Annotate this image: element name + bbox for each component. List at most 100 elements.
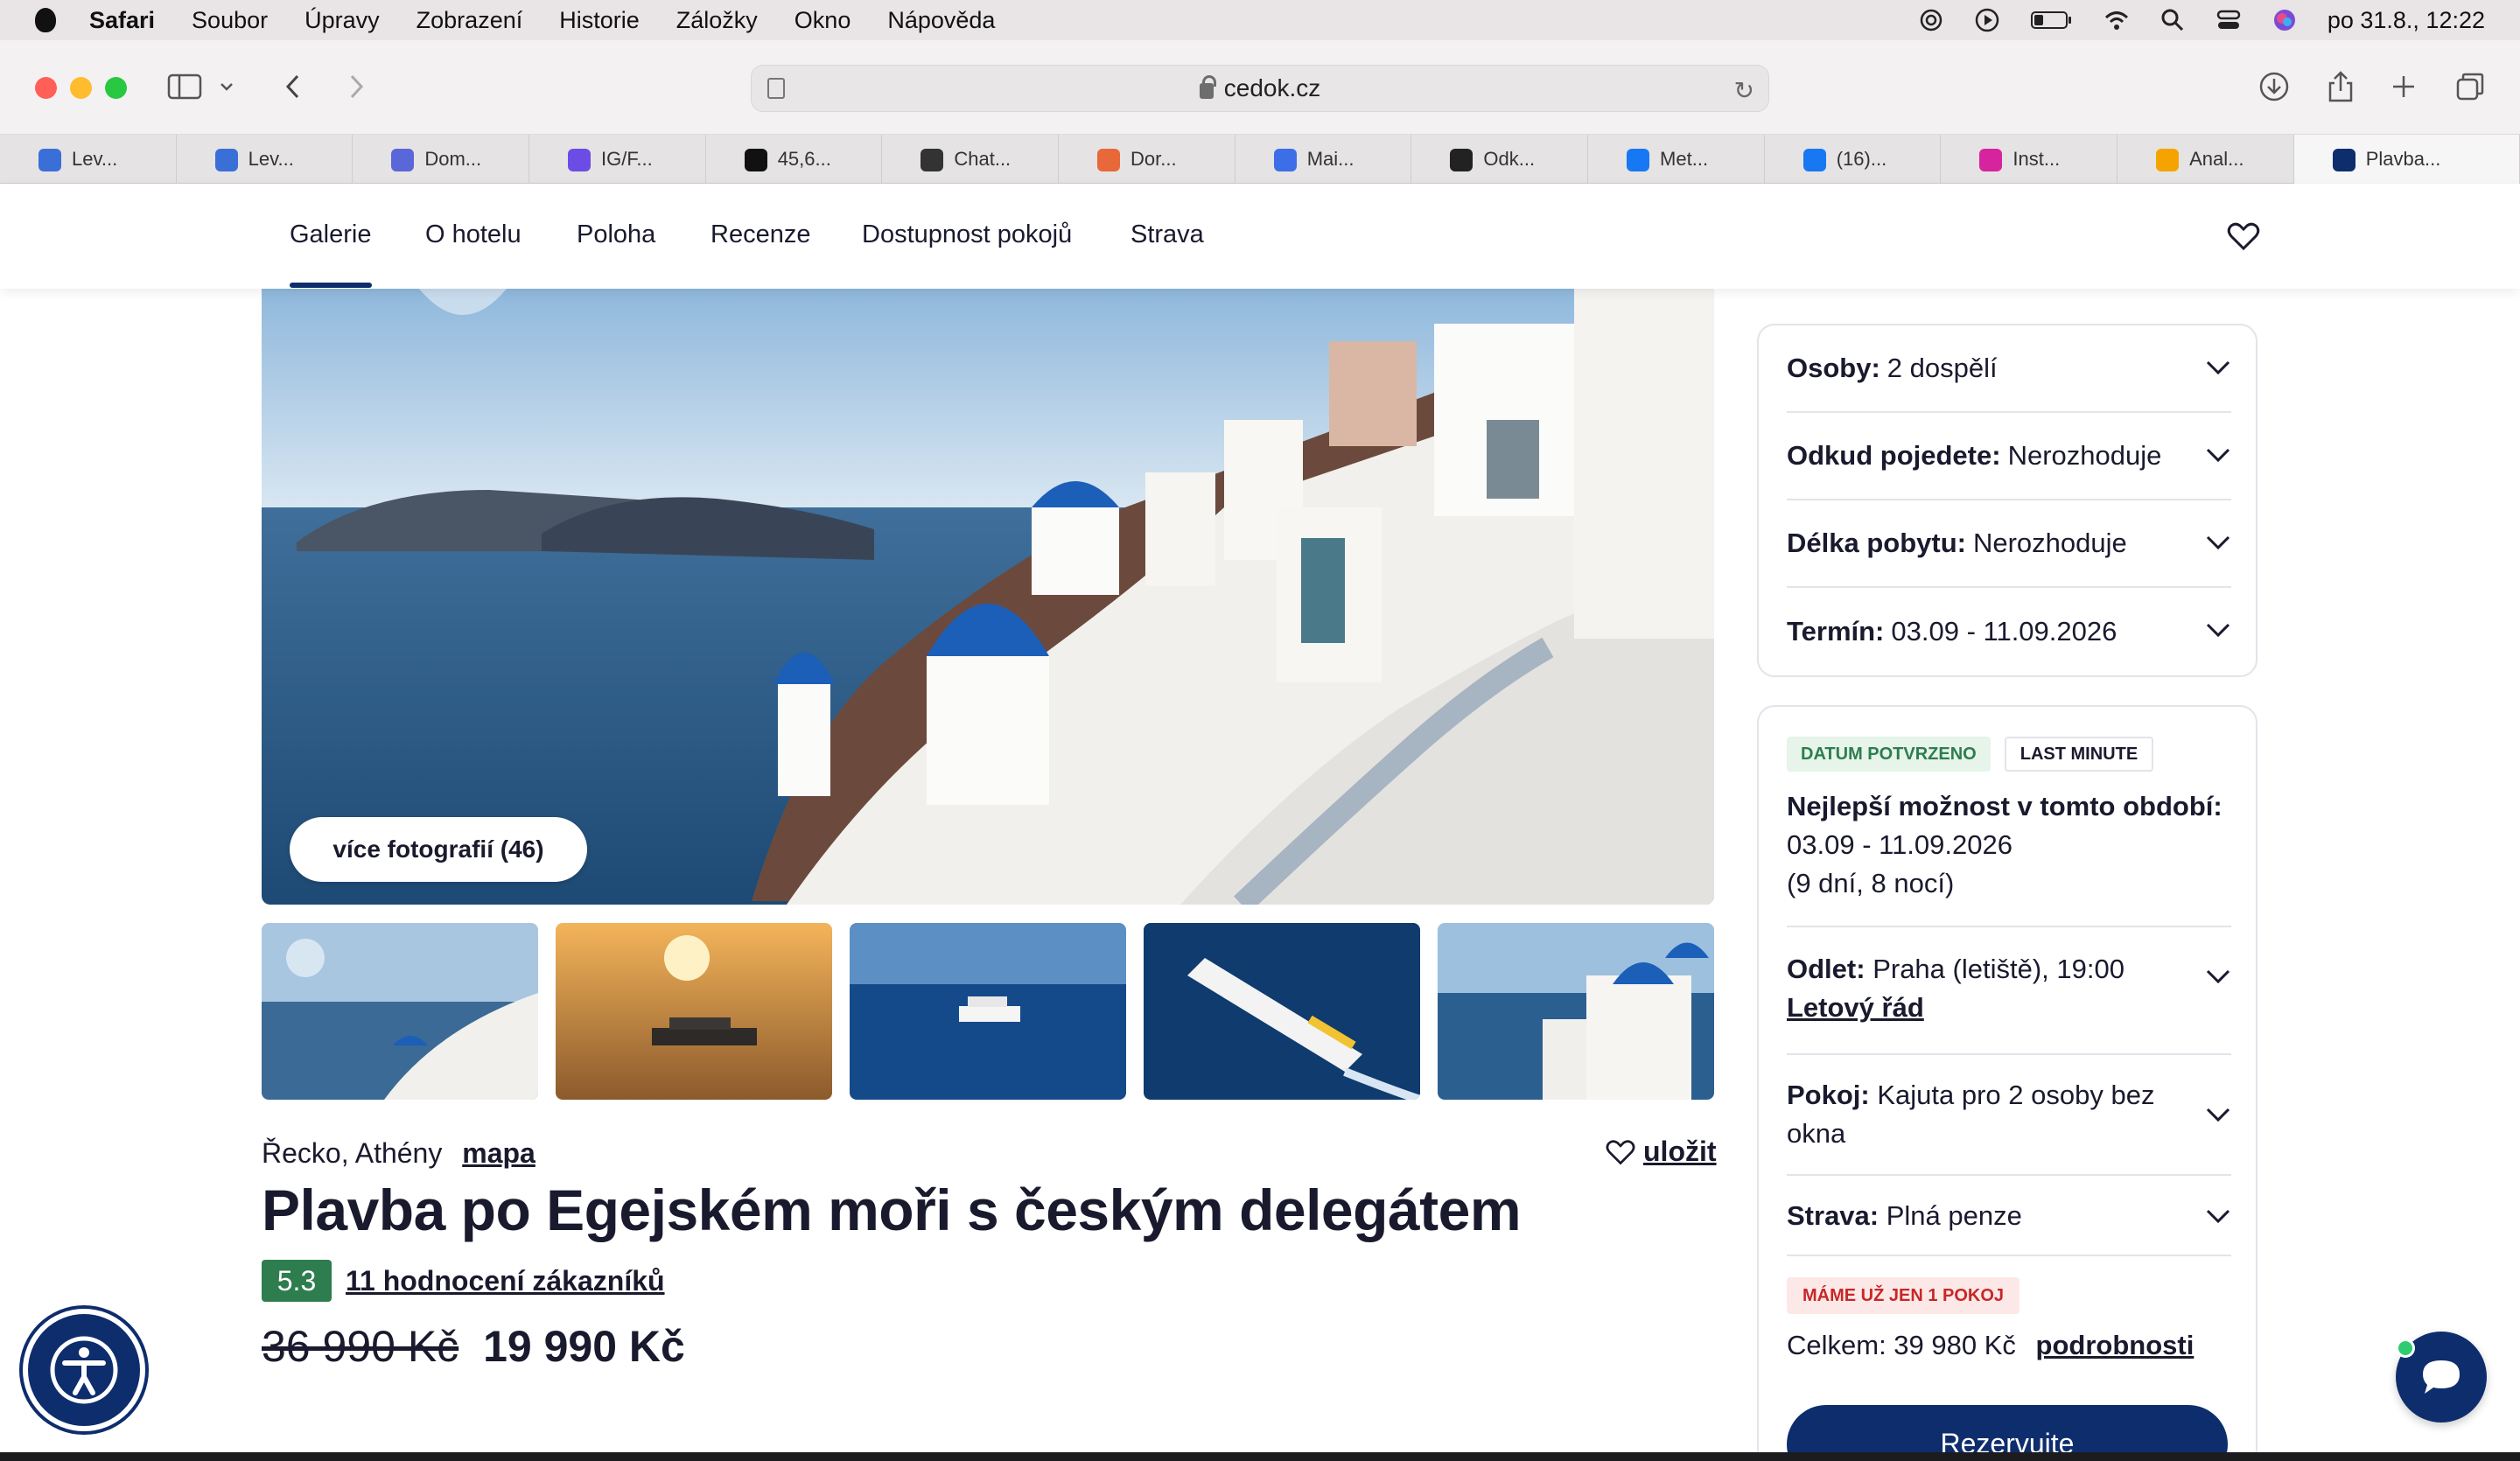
- reviews-link[interactable]: 11 hodnocení zákazníků: [346, 1265, 665, 1297]
- menu-napoveda[interactable]: Nápověda: [887, 7, 995, 34]
- browser-tab[interactable]: Mai...: [1236, 135, 1412, 184]
- tab-favicon-icon: [1979, 149, 2003, 171]
- rating-badge: 5.3: [262, 1260, 332, 1302]
- browser-tab[interactable]: (16)...: [1765, 135, 1942, 184]
- chevron-left-icon: [285, 74, 299, 99]
- tab-favicon-icon: [391, 149, 415, 171]
- accessibility-button[interactable]: [23, 1309, 145, 1431]
- control-center-icon[interactable]: [2216, 7, 2242, 33]
- best-option: Nejlepší možnost v tomto období: 03.09 -…: [1787, 787, 2233, 903]
- tab-favicon-icon: [1273, 149, 1297, 171]
- forward-button[interactable]: [332, 63, 380, 110]
- main-gallery-image[interactable]: [262, 289, 1714, 905]
- chevron-down-icon: [2206, 360, 2230, 375]
- chat-button[interactable]: [2396, 1332, 2487, 1423]
- tab-title: Lev...: [72, 148, 118, 170]
- sidebar-toggle-button[interactable]: [161, 63, 208, 110]
- close-window-button[interactable]: [35, 77, 57, 99]
- chat-bubble-icon: [2423, 1360, 2460, 1394]
- nav-o-hotelu[interactable]: O hotelu: [425, 220, 522, 249]
- favorite-heart-icon[interactable]: [2226, 219, 2261, 254]
- page-icon[interactable]: [767, 78, 785, 99]
- filter-persons[interactable]: Osoby: 2 dospělí: [1787, 325, 2231, 413]
- old-price: 36 990 Kč: [262, 1322, 459, 1371]
- minimize-window-button[interactable]: [70, 77, 92, 99]
- map-link[interactable]: mapa: [462, 1137, 536, 1169]
- menu-soubor[interactable]: Soubor: [192, 7, 268, 34]
- zoom-window-button[interactable]: [105, 77, 127, 99]
- chevron-down-icon: [2206, 535, 2230, 550]
- sidebar-menu-button[interactable]: [214, 63, 240, 110]
- board-label: Strava:: [1787, 1200, 1880, 1231]
- filter-departure-from[interactable]: Odkud pojedete: Nerozhoduje: [1787, 413, 2231, 500]
- menu-okno[interactable]: Okno: [794, 7, 851, 34]
- filter-date[interactable]: Termín: 03.09 - 11.09.2026: [1787, 588, 2231, 675]
- total-price: Celkem: 39 980 Kč podrobnosti: [1787, 1330, 2194, 1361]
- openai-icon[interactable]: [1918, 7, 1944, 33]
- tab-title: Dor...: [1130, 148, 1177, 170]
- nav-poloha[interactable]: Poloha: [577, 220, 655, 249]
- menu-upravy[interactable]: Úpravy: [304, 7, 380, 34]
- back-button[interactable]: [270, 63, 317, 110]
- menu-zobrazeni[interactable]: Zobrazení: [416, 7, 523, 34]
- apple-icon[interactable]: [35, 8, 56, 32]
- departure-row[interactable]: Odlet: Praha (letiště), 19:00 Letový řád: [1787, 926, 2231, 1053]
- browser-tab[interactable]: IG/F...: [529, 135, 706, 184]
- share-button[interactable]: [2317, 63, 2364, 110]
- browser-tab[interactable]: Dor...: [1059, 135, 1236, 184]
- thumbnail-ship-aerial[interactable]: [1144, 923, 1420, 1100]
- santorini-photo: [262, 289, 1714, 905]
- tab-favicon-icon: [568, 149, 592, 171]
- browser-tab[interactable]: Lev...: [0, 135, 177, 184]
- browser-tab[interactable]: Dom...: [353, 135, 530, 184]
- thumbnail-santorini-village[interactable]: [262, 923, 538, 1100]
- best-option-dates: 03.09 - 11.09.2026: [1787, 829, 2012, 860]
- date-label: Termín:: [1787, 616, 1885, 647]
- mac-menubar: Safari Soubor Úpravy Zobrazení Historie …: [0, 0, 2520, 40]
- tab-favicon-icon: [744, 149, 767, 171]
- browser-tab[interactable]: Met...: [1588, 135, 1765, 184]
- menu-historie[interactable]: Historie: [559, 7, 640, 34]
- more-photos-button[interactable]: více fotografií (46): [290, 817, 587, 882]
- tab-overview-button[interactable]: [2446, 63, 2494, 110]
- chevron-down-icon: [220, 83, 233, 91]
- details-link[interactable]: podrobnosti: [2036, 1330, 2194, 1360]
- thumbnail-ship-sunset[interactable]: [556, 923, 832, 1100]
- nav-galerie[interactable]: Galerie: [290, 220, 372, 288]
- play-icon[interactable]: [1974, 7, 2000, 33]
- tab-title: Chat...: [954, 148, 1012, 170]
- thumbnail-santorini-domes[interactable]: [1438, 923, 1714, 1100]
- browser-tab[interactable]: Lev...: [177, 135, 354, 184]
- save-button[interactable]: uložit: [1605, 1136, 1717, 1168]
- new-tab-button[interactable]: [2380, 63, 2427, 110]
- browser-tab[interactable]: Inst...: [1941, 135, 2118, 184]
- menubar-clock[interactable]: po 31.8., 12:22: [2328, 7, 2485, 34]
- from-label: Odkud pojedete:: [1787, 440, 2001, 471]
- browser-tab[interactable]: Plavba...: [2293, 135, 2520, 184]
- nav-dostupnost-pokoju[interactable]: Dostupnost pokojů: [862, 220, 1072, 249]
- menu-zalozky[interactable]: Záložky: [676, 7, 758, 34]
- browser-tab[interactable]: Anal...: [2118, 135, 2294, 184]
- browser-tab[interactable]: Odk...: [1411, 135, 1589, 184]
- site-nav: Galerie O hotelu Poloha Recenze Dostupno…: [0, 184, 2520, 289]
- date-value: 03.09 - 11.09.2026: [1891, 616, 2118, 647]
- board-row[interactable]: Strava: Plná penze: [1787, 1174, 2231, 1256]
- menu-app[interactable]: Safari: [89, 7, 155, 34]
- browser-tab[interactable]: Chat...: [882, 135, 1060, 184]
- tab-favicon-icon: [38, 149, 61, 171]
- battery-icon[interactable]: [2030, 7, 2074, 33]
- siri-icon[interactable]: [2272, 7, 2298, 33]
- filter-stay-length[interactable]: Délka pobytu: Nerozhoduje: [1787, 500, 2231, 588]
- address-bar[interactable]: cedok.cz ↻: [751, 65, 1769, 112]
- reload-icon[interactable]: ↻: [1734, 76, 1754, 105]
- downloads-button[interactable]: [2250, 63, 2298, 110]
- browser-tab[interactable]: 45,6...: [706, 135, 883, 184]
- flight-schedule-link[interactable]: Letový řád: [1787, 989, 2231, 1027]
- nav-strava[interactable]: Strava: [1130, 220, 1204, 249]
- nav-recenze[interactable]: Recenze: [710, 220, 810, 249]
- room-row[interactable]: Pokoj: Kajuta pro 2 osoby bez okna: [1787, 1053, 2231, 1174]
- browser-toolbar: cedok.cz ↻: [0, 40, 2520, 135]
- wifi-icon[interactable]: [2104, 7, 2130, 33]
- spotlight-search-icon[interactable]: [2160, 7, 2186, 33]
- thumbnail-ship-sea[interactable]: [850, 923, 1126, 1100]
